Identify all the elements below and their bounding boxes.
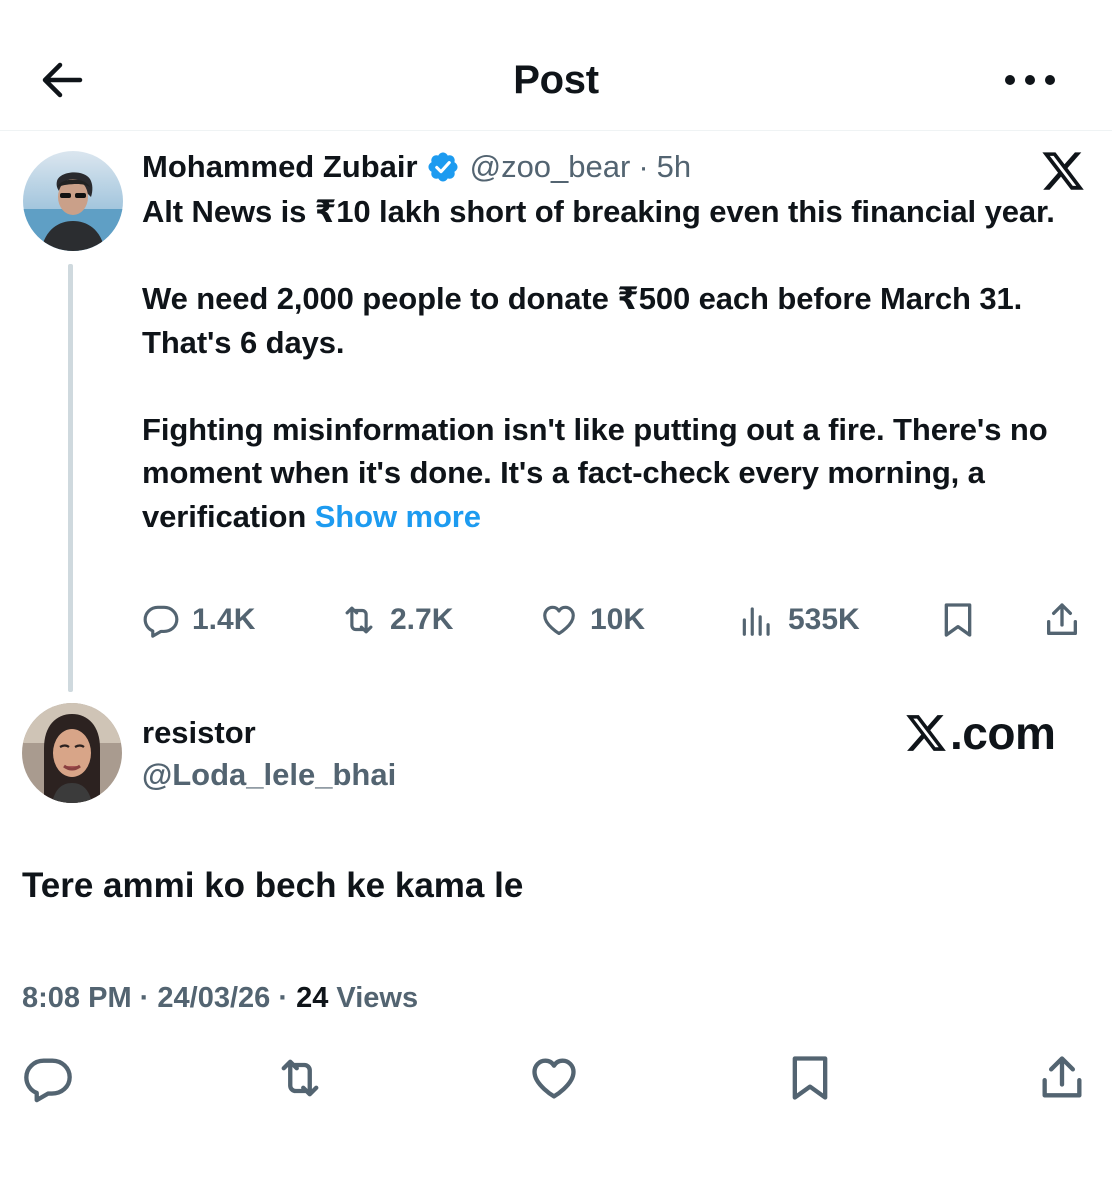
like-action[interactable]: 10K xyxy=(540,598,645,642)
post-time[interactable]: 8:08 PM xyxy=(22,982,132,1014)
view-count: 535K xyxy=(788,603,860,636)
quoted-post-body: Alt News is ₹10 lakh short of breaking e… xyxy=(142,194,1055,534)
quoted-post-text: Alt News is ₹10 lakh short of breaking e… xyxy=(142,190,1092,538)
like-button[interactable] xyxy=(528,1052,580,1104)
bookmark-icon xyxy=(944,603,972,637)
quoted-author-row: Mohammed Zubair @zoo_bear · 5h xyxy=(142,145,691,189)
reply-count: 1.4K xyxy=(192,603,256,636)
reply-icon xyxy=(24,1058,72,1103)
page-title: Post xyxy=(513,58,599,102)
heart-icon xyxy=(543,605,575,636)
repost-button[interactable] xyxy=(274,1052,326,1104)
watermark-text: .com xyxy=(950,707,1056,759)
reply-author-name[interactable]: resistor xyxy=(142,712,256,754)
heart-icon xyxy=(532,1058,576,1099)
reply-author-handle[interactable]: @Loda_lele_bhai xyxy=(142,754,396,796)
like-count: 10K xyxy=(590,603,646,636)
quoted-post-time[interactable]: 5h xyxy=(657,149,691,185)
reply-post-meta: 8:08 PM · 24/03/26 · 24 Views xyxy=(22,978,418,1018)
bookmark-button[interactable] xyxy=(784,1052,836,1104)
views-count: 24 xyxy=(296,982,329,1014)
meta-separator: · xyxy=(638,149,649,184)
analytics-icon xyxy=(742,607,770,636)
show-more-link[interactable]: Show more xyxy=(315,499,481,534)
share-icon xyxy=(1042,1056,1082,1098)
header-divider xyxy=(0,130,1112,131)
reply-action[interactable]: 1.4K xyxy=(142,598,255,642)
share-button[interactable] xyxy=(1042,598,1094,642)
repost-icon xyxy=(345,606,373,634)
bookmark-button[interactable] xyxy=(938,598,990,642)
repost-icon xyxy=(281,1059,319,1097)
reply-author-avatar[interactable] xyxy=(22,703,122,803)
post-date[interactable]: 24/03/26 xyxy=(157,982,270,1014)
repost-count: 2.7K xyxy=(390,603,454,636)
share-button[interactable] xyxy=(1036,1052,1088,1104)
share-icon xyxy=(1047,603,1077,635)
verified-badge-icon xyxy=(428,152,458,182)
reply-button[interactable] xyxy=(22,1052,74,1104)
meta-separator: · xyxy=(131,982,158,1014)
views-action[interactable]: 535K xyxy=(738,598,860,642)
quoted-author-name[interactable]: Mohammed Zubair xyxy=(142,149,418,185)
repost-action[interactable]: 2.7K xyxy=(340,598,453,642)
more-horizontal-icon xyxy=(1005,75,1055,85)
x-watermark: .com xyxy=(904,707,1056,759)
bookmark-icon xyxy=(792,1056,828,1100)
reply-post-text: Tere ammi ko bech ke kama le xyxy=(22,866,524,905)
quoted-author-avatar[interactable] xyxy=(23,151,123,251)
reply-icon xyxy=(143,605,179,638)
thread-connector-line xyxy=(68,264,73,692)
meta-separator: · xyxy=(270,982,297,1014)
more-options-button[interactable] xyxy=(1000,60,1060,100)
quoted-author-handle[interactable]: @zoo_bear xyxy=(470,149,631,185)
views-label: Views xyxy=(328,982,419,1014)
x-logo-icon xyxy=(1040,148,1086,194)
x-logo-icon xyxy=(906,715,946,751)
